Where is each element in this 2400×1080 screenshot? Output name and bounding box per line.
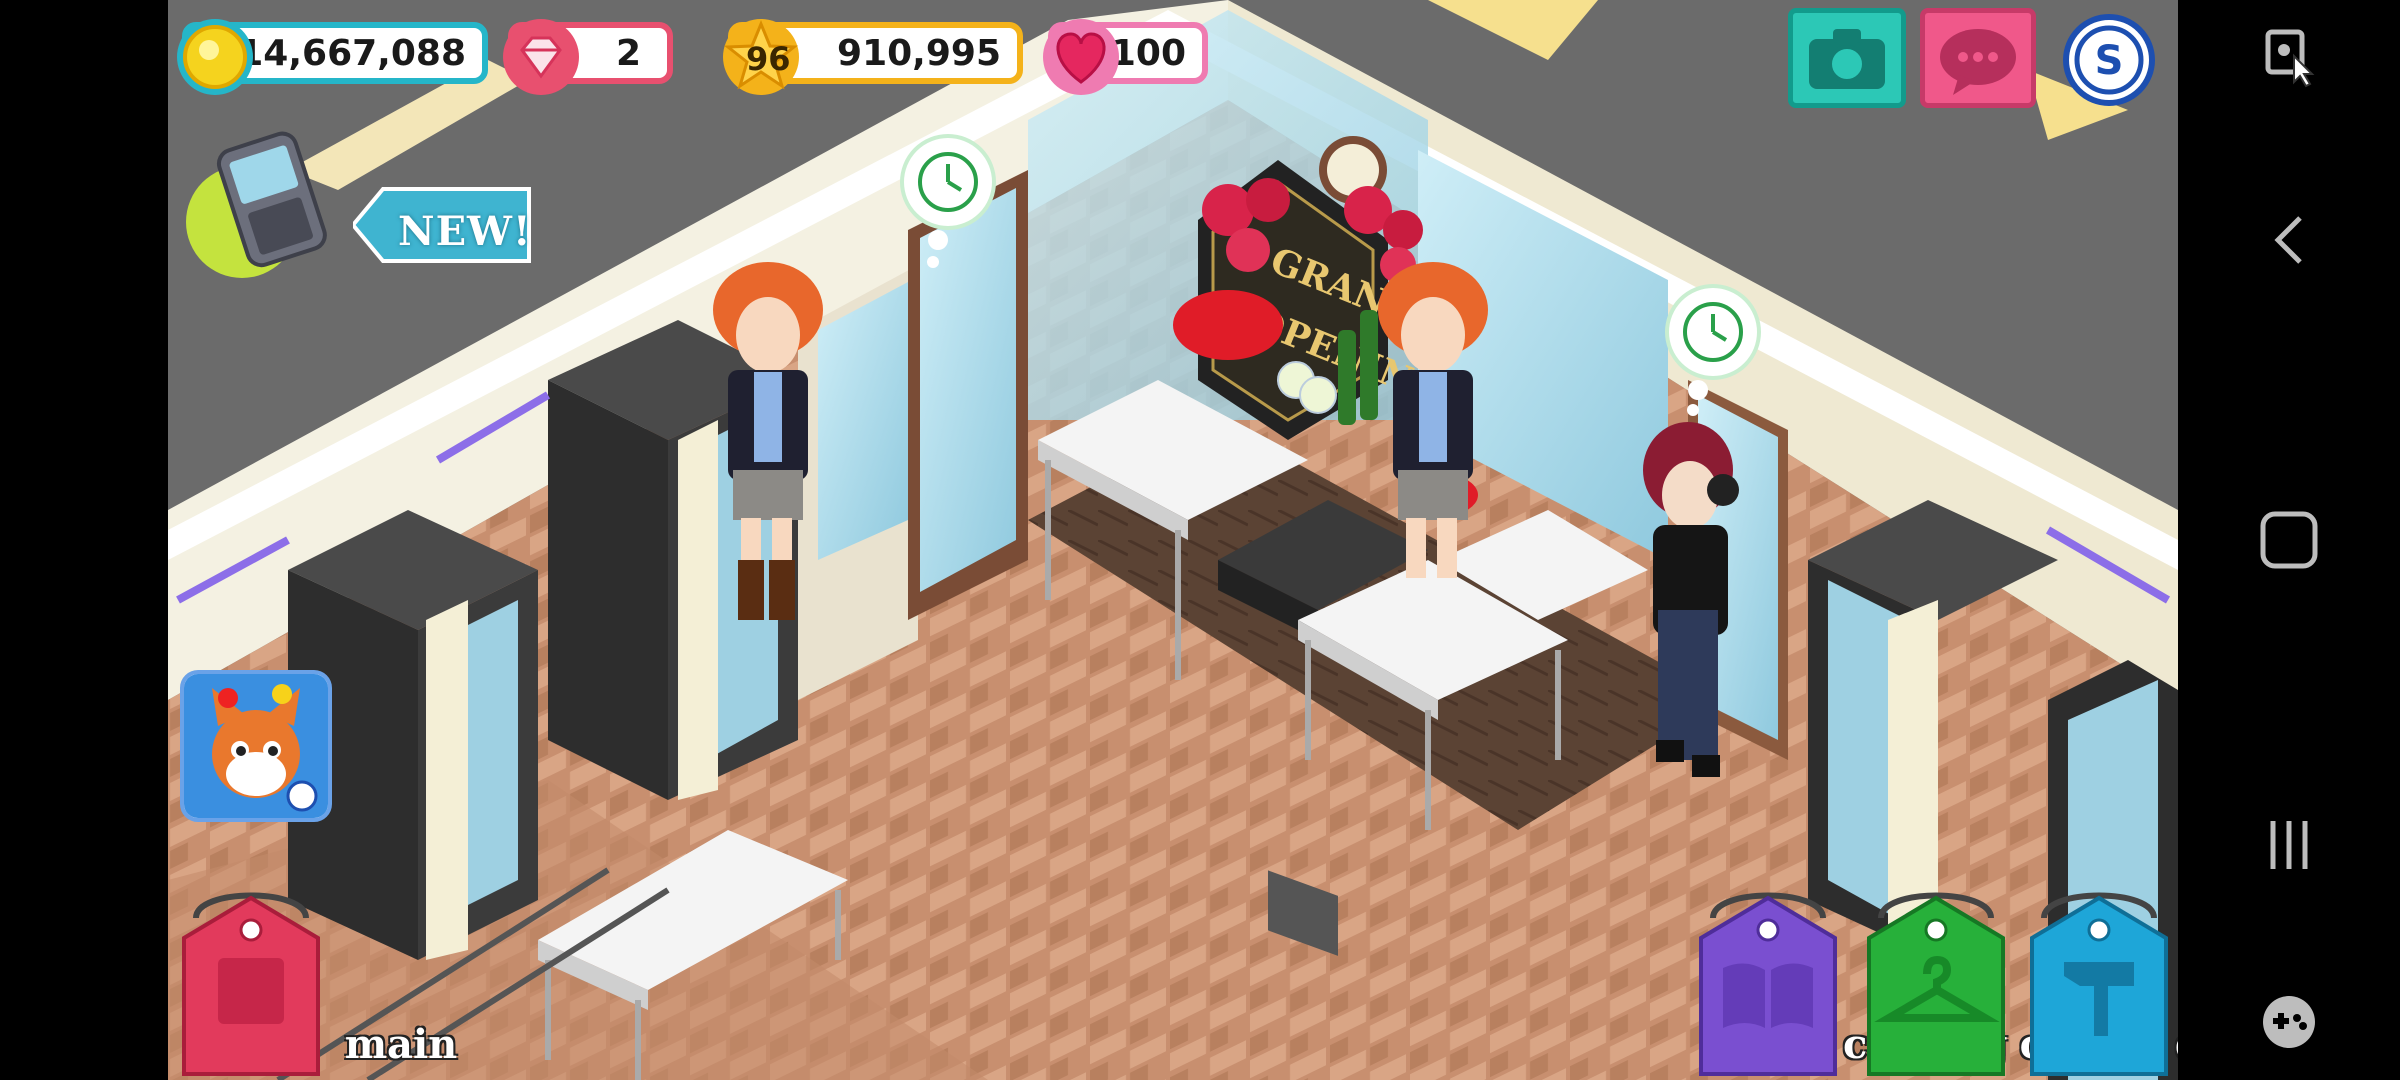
gem-icon: [503, 19, 579, 95]
gamepad-icon: [2263, 996, 2315, 1048]
main-tab[interactable]: main: [176, 878, 457, 1078]
lock-touch-icon: [2265, 29, 2315, 88]
home-square-icon: [2260, 511, 2318, 569]
store-icon: S: [2074, 25, 2144, 95]
catalog-tab[interactable]: catalog: [1693, 878, 2008, 1078]
svg-text:S: S: [2095, 38, 2124, 84]
closet-tab[interactable]: closet: [1861, 878, 2152, 1078]
chat-button[interactable]: [1920, 8, 2036, 108]
main-tab-label: main: [344, 1021, 458, 1068]
coin-icon: [177, 19, 253, 95]
experience-value: 910,995: [837, 32, 1001, 74]
system-navigation-bar: [2178, 0, 2400, 1080]
player-level: 96: [746, 40, 791, 78]
design-tab[interactable]: design: [2024, 878, 2178, 1078]
coins-counter[interactable]: 14,667,088: [177, 19, 488, 95]
hanger-icon: [1867, 892, 2005, 1076]
new-badge-label: NEW!: [398, 208, 532, 255]
back-chevron-icon: [2274, 216, 2302, 264]
promo-app-icon[interactable]: [180, 670, 332, 822]
notebook-icon: [182, 892, 320, 1076]
recents-nav-button[interactable]: [2178, 815, 2400, 875]
coins-value: 14,667,088: [238, 32, 466, 74]
camera-button[interactable]: [1788, 8, 1906, 108]
experience-counter[interactable]: 96 910,995: [723, 19, 1023, 95]
chat-icon: [1940, 29, 2016, 95]
back-nav-button[interactable]: [2178, 210, 2400, 270]
hearts-value: 100: [1110, 32, 1186, 74]
gems-value: 2: [615, 32, 641, 74]
phone-button[interactable]: [180, 130, 330, 290]
game-viewport[interactable]: GRAND OPENING: [168, 0, 2178, 1080]
book-icon: [1699, 892, 1837, 1076]
heart-icon: [1043, 19, 1119, 95]
gems-counter[interactable]: 2: [503, 19, 673, 95]
home-nav-button[interactable]: [2178, 508, 2400, 572]
phone-icon: [186, 131, 327, 278]
recents-icon: [2270, 821, 2308, 869]
hearts-counter[interactable]: 100: [1043, 19, 1208, 95]
screen-lock-button[interactable]: [2178, 22, 2400, 92]
game-tools-button[interactable]: [2178, 990, 2400, 1054]
store-button[interactable]: S: [2063, 14, 2155, 106]
camera-icon: [1809, 29, 1885, 89]
fox-game-icon: [184, 674, 328, 818]
hammer-icon: [2030, 892, 2168, 1076]
